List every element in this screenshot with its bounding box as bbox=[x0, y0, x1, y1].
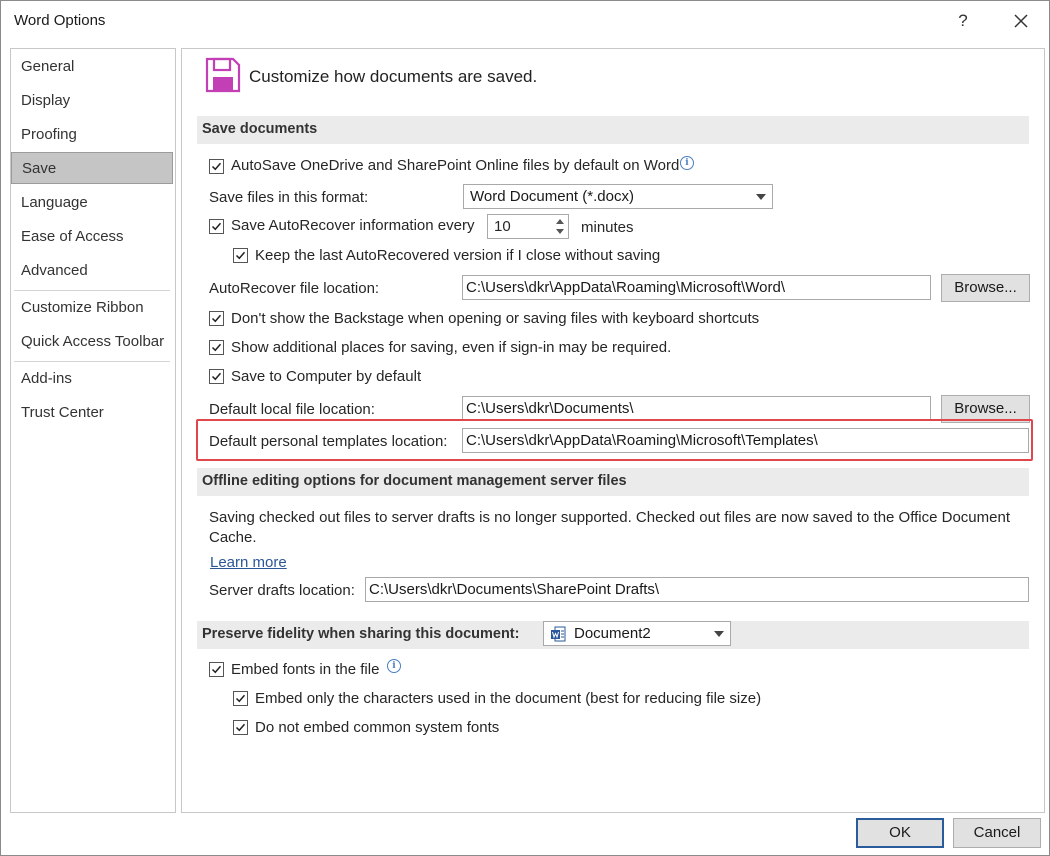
info-icon[interactable]: i bbox=[680, 156, 694, 170]
autorecover-label: Save AutoRecover information every bbox=[231, 217, 475, 234]
help-button[interactable]: ? bbox=[949, 7, 977, 35]
section-title-preserve-fidelity: Preserve fidelity when sharing this docu… bbox=[202, 626, 520, 642]
spin-down-icon[interactable] bbox=[556, 229, 564, 234]
server-drafts-label: Server drafts location: bbox=[209, 582, 355, 599]
default-templates-location-label: Default personal templates location: bbox=[209, 433, 448, 450]
section-title-save-documents: Save documents bbox=[202, 121, 318, 137]
server-drafts-input[interactable]: C:\Users\dkr\Documents\SharePoint Drafts… bbox=[365, 577, 1029, 602]
sidebar-item-customize-ribbon[interactable]: Customize Ribbon bbox=[11, 292, 173, 324]
default-local-location-input[interactable]: C:\Users\dkr\Documents\ bbox=[462, 396, 931, 421]
learn-more-link[interactable]: Learn more bbox=[210, 554, 287, 571]
ok-button[interactable]: OK bbox=[856, 818, 944, 848]
close-icon bbox=[1014, 14, 1028, 28]
sidebar-item-proofing[interactable]: Proofing bbox=[11, 119, 173, 151]
no-common-fonts-label: Do not embed common system fonts bbox=[255, 719, 500, 736]
sidebar-divider bbox=[14, 361, 170, 362]
word-document-icon bbox=[551, 626, 566, 642]
autosave-label: AutoSave OneDrive and SharePoint Online … bbox=[231, 157, 680, 174]
no-common-fonts-checkbox[interactable] bbox=[233, 720, 248, 735]
embed-characters-checkbox[interactable] bbox=[233, 691, 248, 706]
format-value: Word Document (*.docx) bbox=[470, 188, 634, 205]
cancel-button[interactable]: Cancel bbox=[953, 818, 1041, 848]
checkmark-icon bbox=[235, 723, 246, 732]
format-dropdown[interactable]: Word Document (*.docx) bbox=[463, 184, 773, 209]
checkmark-icon bbox=[211, 314, 222, 323]
sidebar-divider bbox=[14, 290, 170, 291]
info-icon[interactable]: i bbox=[387, 659, 401, 673]
sidebar-item-general[interactable]: General bbox=[11, 51, 173, 83]
offline-description: Saving checked out files to server draft… bbox=[209, 509, 1010, 546]
backstage-label: Don't show the Backstage when opening or… bbox=[231, 310, 760, 327]
additional-places-checkbox[interactable] bbox=[209, 340, 224, 355]
fidelity-document-value: Document2 bbox=[574, 625, 651, 642]
main-panel: Customize how documents are saved. Save … bbox=[181, 48, 1045, 813]
sidebar-item-advanced[interactable]: Advanced bbox=[11, 255, 173, 287]
checkmark-icon bbox=[235, 694, 246, 703]
format-label: Save files in this format: bbox=[209, 189, 369, 206]
title-bar: Word Options ? bbox=[1, 1, 1049, 41]
save-to-computer-label: Save to Computer by default bbox=[231, 368, 422, 385]
save-floppy-icon bbox=[205, 57, 241, 93]
minutes-label: minutes bbox=[581, 219, 634, 236]
section-save-documents: Save documents bbox=[197, 116, 1029, 144]
default-local-location-label: Default local file location: bbox=[209, 401, 375, 418]
backstage-checkbox[interactable] bbox=[209, 311, 224, 326]
keep-last-autorecovered-label: Keep the last AutoRecovered version if I… bbox=[255, 247, 661, 264]
autosave-checkbox[interactable] bbox=[209, 159, 224, 174]
sidebar-item-language[interactable]: Language bbox=[11, 187, 173, 219]
keep-last-autorecovered-checkbox[interactable] bbox=[233, 248, 248, 263]
sidebar-item-add-ins[interactable]: Add-ins bbox=[11, 363, 173, 395]
word-options-dialog: Word Options ? General Display Proofing … bbox=[0, 0, 1050, 856]
default-templates-location-input[interactable]: C:\Users\dkr\AppData\Roaming\Microsoft\T… bbox=[462, 428, 1029, 453]
sidebar-item-ease-of-access[interactable]: Ease of Access bbox=[11, 221, 173, 253]
page-header: Customize how documents are saved. bbox=[249, 67, 538, 86]
window-title: Word Options bbox=[14, 12, 106, 29]
checkmark-icon bbox=[211, 665, 222, 674]
fidelity-document-dropdown[interactable]: Document2 bbox=[543, 621, 731, 646]
sidebar-item-save[interactable]: Save bbox=[11, 152, 173, 184]
sidebar-item-trust-center[interactable]: Trust Center bbox=[11, 397, 173, 429]
close-button[interactable] bbox=[1007, 7, 1035, 35]
checkmark-icon bbox=[211, 222, 222, 231]
sidebar-item-quick-access-toolbar[interactable]: Quick Access Toolbar bbox=[11, 326, 173, 358]
save-to-computer-checkbox[interactable] bbox=[209, 369, 224, 384]
help-icon: ? bbox=[958, 11, 968, 30]
autorecover-location-label: AutoRecover file location: bbox=[209, 280, 380, 297]
section-offline-editing: Offline editing options for document man… bbox=[197, 468, 1029, 496]
chevron-down-icon bbox=[714, 631, 724, 637]
autorecover-checkbox[interactable] bbox=[209, 219, 224, 234]
autorecover-minutes-spinner[interactable]: 10 bbox=[487, 214, 569, 239]
autorecover-minutes-value: 10 bbox=[494, 218, 511, 235]
sidebar-item-display[interactable]: Display bbox=[11, 85, 173, 117]
spin-up-icon[interactable] bbox=[556, 219, 564, 224]
checkmark-icon bbox=[211, 162, 222, 171]
chevron-down-icon bbox=[756, 194, 766, 200]
embed-characters-label: Embed only the characters used in the do… bbox=[255, 690, 762, 707]
autorecover-location-input[interactable]: C:\Users\dkr\AppData\Roaming\Microsoft\W… bbox=[462, 275, 931, 300]
embed-fonts-checkbox[interactable] bbox=[209, 662, 224, 677]
section-title-offline-editing: Offline editing options for document man… bbox=[202, 473, 627, 489]
browse-autorecover-button[interactable]: Browse... bbox=[941, 274, 1030, 302]
additional-places-label: Show additional places for saving, even … bbox=[231, 339, 672, 356]
embed-fonts-label: Embed fonts in the file bbox=[231, 661, 380, 678]
checkmark-icon bbox=[235, 251, 246, 260]
sidebar: General Display Proofing Save Language E… bbox=[10, 48, 176, 813]
checkmark-icon bbox=[211, 343, 222, 352]
checkmark-icon bbox=[211, 372, 222, 381]
